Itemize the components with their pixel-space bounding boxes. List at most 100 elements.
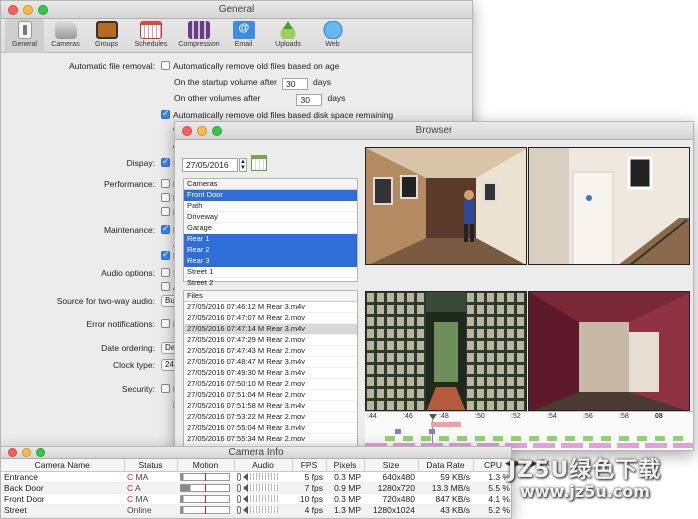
cpu-cell: 4.1 % [473, 493, 511, 505]
window-title: Camera Info [228, 447, 284, 458]
date-stepper[interactable]: ▲ ▼ [239, 158, 247, 172]
tab-compression[interactable]: Compression [176, 19, 222, 53]
playhead-marker[interactable] [429, 414, 437, 420]
maintenance-checkbox-1[interactable] [161, 223, 170, 234]
camera-list-item[interactable]: Street 1 [184, 267, 357, 278]
video-rear-1[interactable] [365, 147, 527, 265]
cpu-cell: 5.5 % [473, 482, 511, 494]
calendar-icon[interactable] [251, 155, 267, 171]
data-rate-cell: 43 KB/s [418, 504, 473, 516]
video-rear-3[interactable] [365, 291, 527, 411]
speaker-icon[interactable] [243, 483, 248, 492]
hallway-scene-1 [366, 148, 526, 264]
pixels-cell: 0.3 MP [326, 471, 364, 483]
camera-list-item[interactable]: Rear 3 [184, 256, 357, 267]
pixels-cell: 1.3 MP [326, 504, 364, 516]
audio-checkbox-1[interactable] [161, 268, 170, 277]
data-rate-cell: 847 KB/s [418, 493, 473, 505]
tab-cameras[interactable]: Cameras [46, 19, 85, 53]
tab-uploads[interactable]: Uploads [265, 19, 311, 53]
performance-checkbox-1[interactable] [161, 179, 170, 188]
microphone-icon[interactable] [237, 483, 241, 492]
col-size[interactable]: Size [364, 459, 419, 472]
file-list-item[interactable]: 27/05/2016 07:51:58 M Rear 3.m4v [184, 401, 357, 412]
tick-label: :44 [367, 413, 377, 420]
camera-name-cell: Back Door [1, 482, 124, 494]
date-field[interactable]: 27/05/2016 [182, 158, 238, 172]
speaker-icon[interactable] [243, 472, 248, 481]
disk-space-checkbox[interactable] [161, 108, 170, 119]
tab-email[interactable]: Email [224, 19, 263, 53]
file-list-item[interactable]: 27/05/2016 07:46:12 M Rear 3.m4v [184, 302, 357, 313]
file-list-item[interactable]: 27/05/2016 07:47:43 M Rear 2.mov [184, 346, 357, 357]
security-checkbox-1[interactable] [161, 384, 170, 393]
audio-checkbox-2[interactable] [161, 282, 170, 291]
auto-removal-label: Automatic file removal: [69, 61, 155, 71]
file-list-item[interactable]: 27/05/2016 07:48:47 M Rear 3.m4v [184, 357, 357, 368]
microphone-icon[interactable] [237, 505, 241, 514]
cpu-cell: 5.2 % [473, 504, 511, 516]
timeline-event[interactable] [429, 429, 435, 434]
performance-checkbox-2[interactable] [161, 193, 170, 202]
camera-list-item[interactable]: Front Door [184, 190, 357, 201]
maintenance-checkbox-3[interactable] [161, 249, 170, 260]
status-flags: Online [127, 504, 152, 515]
files-list[interactable]: Files 27/05/2016 07:46:12 M Rear 3.m4v 27… [183, 290, 358, 450]
file-list-item[interactable]: 27/05/2016 07:55:04 M Rear 3.m4v [184, 423, 357, 434]
cpu-cell: 1.3 % [473, 471, 511, 483]
file-list-item[interactable]: 27/05/2016 07:47:07 M Rear 2.mov [184, 313, 357, 324]
error-notifications-checkbox[interactable] [161, 319, 170, 328]
col-fps[interactable]: FPS [292, 459, 327, 472]
table-row[interactable]: Street Online 4 fps 1.3 MP 1280x1024 43 KB/s… [1, 504, 511, 516]
camera-list-item[interactable]: Street 2 [184, 278, 357, 289]
file-list-item[interactable]: 27/05/2016 07:51:04 M Rear 2.mov [184, 390, 357, 401]
file-list-item[interactable]: 27/05/2016 07:49:30 M Rear 3.m4v [184, 368, 357, 379]
fps-cell: 4 fps [292, 504, 326, 516]
other-days-input[interactable]: 30 [296, 94, 323, 106]
table-row[interactable]: Back Door C A 7 fps 0.9 MP 1280x720 13.3 MB/s… [1, 482, 511, 494]
speaker-icon[interactable] [243, 505, 248, 514]
camera-list-item[interactable]: Rear 1 [184, 234, 357, 245]
tab-general[interactable]: General [5, 19, 44, 53]
timeline[interactable]: :44 :46 :48 :50 :52 :54 :56 :58 08 [365, 411, 693, 450]
col-motion[interactable]: Motion [177, 459, 235, 472]
timeline-event[interactable] [431, 422, 461, 427]
col-status[interactable]: Status [124, 459, 178, 472]
video-front-door[interactable] [528, 291, 690, 411]
status-connected: C [127, 493, 134, 504]
col-data-rate[interactable]: Data Rate [418, 459, 474, 472]
file-list-item[interactable]: 27/05/2016 07:47:14 M Rear 3.m4v [184, 324, 357, 335]
hallway-scene-3 [366, 292, 526, 410]
microphone-icon[interactable] [237, 494, 241, 503]
camera-info-window: Camera Info Camera Name Status Motion Au… [0, 446, 512, 519]
file-list-item[interactable]: 27/05/2016 07:47:29 M Rear 2.mov [184, 335, 357, 346]
cameras-list[interactable]: Cameras Front Door Path Driveway Garage Rear… [183, 178, 358, 289]
file-list-item[interactable]: 27/05/2016 07:55:34 M Rear 2.mov [184, 434, 357, 445]
display-checkbox[interactable] [161, 156, 170, 167]
speaker-icon[interactable] [243, 494, 248, 503]
tab-web[interactable]: Web [313, 19, 352, 53]
performance-checkbox-3[interactable] [161, 207, 170, 216]
tab-groups[interactable]: Groups [87, 19, 126, 53]
file-list-item[interactable]: 27/05/2016 07:50:10 M Rear 2.mov [184, 379, 357, 390]
col-camera-name[interactable]: Camera Name [1, 459, 125, 472]
timeline-event[interactable] [395, 429, 401, 434]
microphone-icon[interactable] [237, 472, 241, 481]
error-notifications-label: Error notifications: [86, 319, 156, 329]
camera-list-item[interactable]: Rear 2 [184, 245, 357, 256]
video-rear-2[interactable] [528, 147, 690, 265]
col-pixels[interactable]: Pixels [326, 459, 365, 472]
auto-remove-age-option[interactable]: Automatically remove old files based on … [161, 61, 339, 71]
startup-days-input[interactable]: 30 [282, 78, 308, 90]
camera-list-item[interactable]: Garage [184, 223, 357, 234]
table-row[interactable]: Front Door C MA 10 fps 0.3 MP 720x480 847 KB/… [1, 493, 511, 505]
col-audio[interactable]: Audio [234, 459, 293, 472]
tab-schedules[interactable]: Schedules [128, 19, 174, 53]
camera-list-item[interactable]: Driveway [184, 212, 357, 223]
file-list-item[interactable]: 27/05/2016 07:53:22 M Rear 2.mov [184, 412, 357, 423]
table-row[interactable]: Entrance C MA 5 fps 0.3 MP 640x480 59 KB/s 1.3… [1, 471, 511, 483]
timeline-events-green[interactable] [385, 436, 685, 441]
disk-space-option[interactable]: Automatically remove old files based dis… [161, 108, 393, 120]
auto-remove-age-checkbox[interactable] [161, 61, 170, 70]
camera-list-item[interactable]: Path [184, 201, 357, 212]
